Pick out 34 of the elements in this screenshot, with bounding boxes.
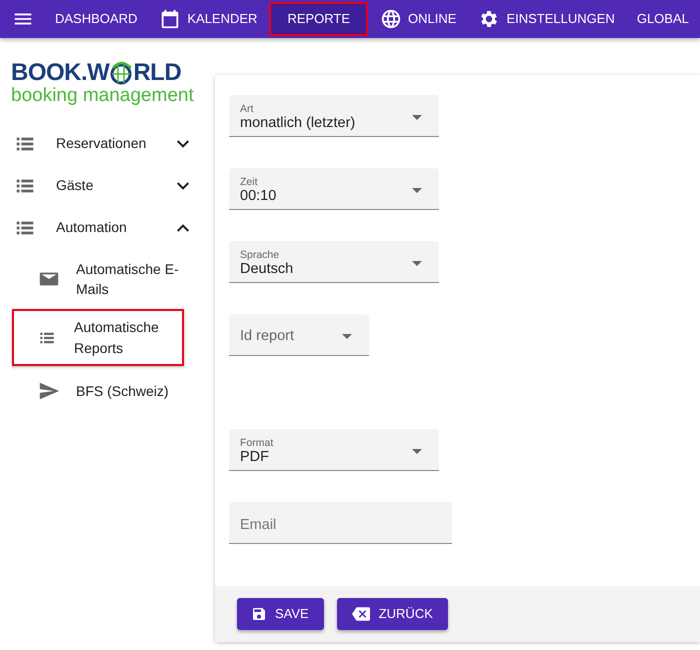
- select-field[interactable]: Zeit 00:10: [229, 168, 439, 210]
- nav-tab[interactable]: EINSTELLUNGEN: [468, 2, 625, 36]
- logo: BOOK.W RLD: [11, 60, 182, 86]
- logo-tagline: booking management: [11, 86, 195, 107]
- save-icon: [251, 606, 267, 622]
- sidebar-subitem[interactable]: Automatische E-Mails: [12, 250, 184, 308]
- dropdown-caret-icon: [412, 449, 422, 454]
- sidebar-item[interactable]: Gäste: [0, 164, 215, 207]
- nav-tab[interactable]: ONLINE: [370, 2, 466, 36]
- select-field[interactable]: Sprache Deutsch: [229, 241, 439, 283]
- select-field[interactable]: Art monatlich (letzter): [229, 95, 439, 137]
- backspace-icon: [350, 605, 371, 623]
- chevron-down-icon: [177, 140, 189, 148]
- nav-tab[interactable]: REPORTE: [269, 2, 368, 36]
- back-button[interactable]: ZURÜCK: [336, 598, 448, 630]
- globe-icon: [380, 8, 402, 30]
- chevron-down-icon: [177, 182, 189, 190]
- nav-tab[interactable]: DASHBOARD: [45, 2, 148, 36]
- nav-tab[interactable]: KALENDER: [149, 2, 268, 36]
- nav-tab[interactable]: GLOBAL: [626, 2, 699, 36]
- dropdown-caret-icon: [412, 188, 422, 193]
- dropdown-caret-icon: [412, 115, 422, 120]
- sidebar-item[interactable]: Reservationen: [0, 122, 215, 165]
- dropdown-caret-icon: [412, 261, 422, 266]
- select-field[interactable]: Id report: [229, 314, 369, 356]
- sidebar-subitem[interactable]: Automatische Reports: [12, 309, 184, 366]
- dropdown-caret-icon: [342, 334, 352, 339]
- save-button[interactable]: SAVE: [237, 598, 324, 630]
- select-field[interactable]: Format PDF: [229, 429, 439, 471]
- sidebar-item[interactable]: Automation: [0, 206, 215, 249]
- email-field[interactable]: Email: [229, 502, 452, 544]
- sidebar-subitem[interactable]: BFS (Schweiz): [12, 368, 184, 414]
- chevron-up-icon: [177, 224, 189, 232]
- calendar-icon: [159, 8, 182, 30]
